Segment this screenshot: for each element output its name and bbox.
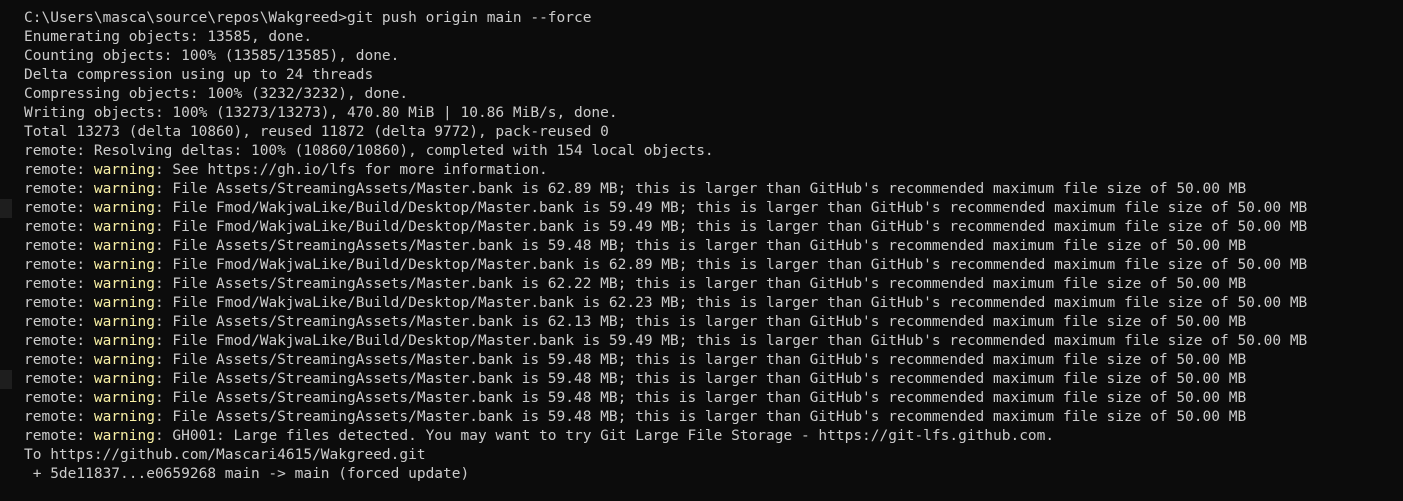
- remote-prefix: remote:: [24, 238, 94, 254]
- warning-line: remote: warning: File Assets/StreamingAs…: [24, 275, 1403, 294]
- warning-label: warning: [93, 295, 155, 311]
- output-line: To https://github.com/Mascari4615/Wakgre…: [24, 447, 426, 463]
- warning-text: : File Fmod/WakjwaLike/Build/Desktop/Mas…: [154, 219, 1308, 235]
- warning-label: warning: [93, 276, 155, 292]
- remote-prefix: remote:: [24, 295, 94, 311]
- warning-line: remote: warning: GH001: Large files dete…: [24, 427, 1403, 446]
- warning-label: warning: [93, 257, 155, 273]
- warning-label: warning: [93, 314, 155, 330]
- output-line: Compressing objects: 100% (3232/3232), d…: [24, 86, 409, 102]
- warning-line: remote: warning: File Assets/StreamingAs…: [24, 389, 1403, 408]
- command-line: C:\Users\masca\source\repos\Wakgreed>git…: [24, 9, 1403, 28]
- warning-label: warning: [93, 181, 155, 197]
- output-line: + 5de11837...e0659268 main -> main (forc…: [24, 466, 470, 482]
- output-line: Delta compression using up to 24 threads: [24, 67, 374, 83]
- output-line: Total 13273 (delta 10860), reused 11872 …: [24, 124, 609, 140]
- warning-line: remote: warning: File Assets/StreamingAs…: [24, 408, 1403, 427]
- warning-line: remote: warning: File Fmod/WakjwaLike/Bu…: [24, 218, 1403, 237]
- warning-label: warning: [93, 428, 155, 444]
- remote-prefix: remote:: [24, 390, 94, 406]
- warning-text: : See https://gh.io/lfs for more informa…: [154, 162, 548, 178]
- remote-prefix: remote:: [24, 219, 94, 235]
- remote-prefix: remote:: [24, 162, 94, 178]
- warning-text: : File Fmod/WakjwaLike/Build/Desktop/Mas…: [154, 295, 1308, 311]
- warning-line: remote: warning: File Assets/StreamingAs…: [24, 370, 1403, 389]
- warning-line: remote: warning: File Fmod/WakjwaLike/Bu…: [24, 199, 1403, 218]
- warning-text: : File Assets/StreamingAssets/Master.ban…: [154, 409, 1247, 425]
- warning-text: : File Assets/StreamingAssets/Master.ban…: [154, 238, 1247, 254]
- warning-label: warning: [93, 409, 155, 425]
- remote-prefix: remote:: [24, 428, 94, 444]
- warning-text: : File Assets/StreamingAssets/Master.ban…: [154, 181, 1247, 197]
- warning-text: : File Fmod/WakjwaLike/Build/Desktop/Mas…: [154, 200, 1308, 216]
- warning-text: : GH001: Large files detected. You may w…: [154, 428, 1055, 444]
- warning-line: remote: warning: File Assets/StreamingAs…: [24, 313, 1403, 332]
- prompt: C:\Users\masca\source\repos\Wakgreed>: [24, 10, 348, 26]
- warning-line: remote: warning: File Fmod/WakjwaLike/Bu…: [24, 294, 1403, 313]
- terminal-window[interactable]: C:\Users\masca\source\repos\Wakgreed>git…: [0, 0, 1403, 501]
- warning-line: remote: warning: File Assets/StreamingAs…: [24, 180, 1403, 199]
- warning-label: warning: [93, 371, 155, 387]
- warning-label: warning: [93, 238, 155, 254]
- remote-prefix: remote:: [24, 276, 94, 292]
- remote-prefix: remote:: [24, 333, 94, 349]
- warning-text: : File Assets/StreamingAssets/Master.ban…: [154, 352, 1247, 368]
- warning-text: : File Fmod/WakjwaLike/Build/Desktop/Mas…: [154, 333, 1308, 349]
- warning-label: warning: [93, 390, 155, 406]
- remote-prefix: remote:: [24, 371, 94, 387]
- warning-label: warning: [93, 333, 155, 349]
- warning-label: warning: [93, 200, 155, 216]
- command: git push origin main --force: [347, 10, 592, 26]
- remote-prefix: remote:: [24, 409, 94, 425]
- output-line: remote: Resolving deltas: 100% (10860/10…: [24, 143, 714, 159]
- warning-text: : File Assets/StreamingAssets/Master.ban…: [154, 371, 1247, 387]
- warning-text: : File Assets/StreamingAssets/Master.ban…: [154, 390, 1247, 406]
- warning-label: warning: [93, 162, 155, 178]
- output-line: Counting objects: 100% (13585/13585), do…: [24, 48, 400, 64]
- scrollback-marker: [0, 199, 12, 218]
- warning-line: remote: warning: File Fmod/WakjwaLike/Bu…: [24, 332, 1403, 351]
- warning-line: remote: warning: File Assets/StreamingAs…: [24, 351, 1403, 370]
- output-line: Writing objects: 100% (13273/13273), 470…: [24, 105, 618, 121]
- warning-text: : File Fmod/WakjwaLike/Build/Desktop/Mas…: [154, 257, 1308, 273]
- remote-prefix: remote:: [24, 314, 94, 330]
- output-line: Enumerating objects: 13585, done.: [24, 29, 313, 45]
- remote-prefix: remote:: [24, 257, 94, 273]
- remote-prefix: remote:: [24, 352, 94, 368]
- warning-line: remote: warning: See https://gh.io/lfs f…: [24, 161, 1403, 180]
- warning-text: : File Assets/StreamingAssets/Master.ban…: [154, 314, 1247, 330]
- warning-label: warning: [93, 352, 155, 368]
- warning-line: remote: warning: File Assets/StreamingAs…: [24, 237, 1403, 256]
- warning-label: warning: [93, 219, 155, 235]
- warning-line: remote: warning: File Fmod/WakjwaLike/Bu…: [24, 256, 1403, 275]
- scrollback-marker: [0, 370, 12, 389]
- remote-prefix: remote:: [24, 181, 94, 197]
- warning-text: : File Assets/StreamingAssets/Master.ban…: [154, 276, 1247, 292]
- remote-prefix: remote:: [24, 200, 94, 216]
